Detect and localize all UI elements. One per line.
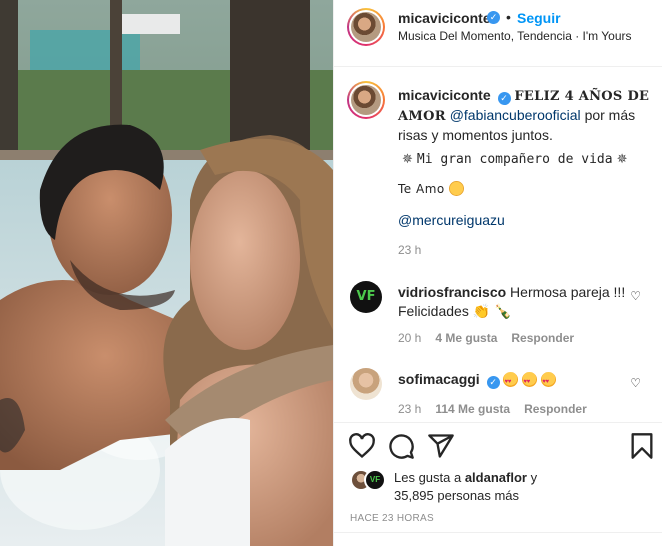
comment-body: sofimacaggi ✓ [398,370,628,392]
comment-like-icon[interactable]: ♡ [630,376,641,390]
comment-body: vidriosfrancisco Hermosa pareja !!! Feli… [398,283,628,321]
author-avatar[interactable] [347,8,385,46]
caption-companion-line: Mi gran compañero de vida [416,152,613,167]
verified-icon: ✓ [486,376,500,389]
verified-icon: ✓ [497,92,511,105]
bookmark-icon[interactable] [628,432,656,460]
sparkle-icon: ✵ [402,151,413,166]
mention-link[interactable]: @fabiancuberooficial [450,107,581,123]
comment-username[interactable]: sofimacaggi [398,371,480,387]
likes-prefix: Les gusta a [394,470,465,485]
comment-time[interactable]: 23 h [398,402,421,416]
likes-suffix: y [526,470,538,485]
post-audio-subtitle[interactable]: Musica Del Momento, Tendencia · I'm Your… [398,29,632,43]
location-mention-link[interactable]: @mercureiguazu [398,212,505,228]
caption-body: micaviciconte ✓ FELIZ 4 AÑOS DE AMOR @fa… [398,86,654,260]
comment-meta: 23 h 114 Me gusta Responder [398,402,587,416]
heart-eyes-emoji-icon [503,372,519,392]
comment-likes[interactable]: 114 Me gusta [435,402,510,416]
comment-icon[interactable] [387,432,415,460]
caption-section: micaviciconte ✓ FELIZ 4 AÑOS DE AMOR @fa… [334,68,662,423]
reply-button[interactable]: Responder [524,402,587,416]
likes-summary: VF Les gusta a aldanaflor y 35,895 perso… [334,466,662,512]
caption-love-line: Te Amo [398,182,445,196]
likes-count[interactable]: 35,895 personas más [394,488,519,503]
comment-time[interactable]: 20 h [398,331,421,345]
heart-icon[interactable] [348,432,376,460]
liker-username[interactable]: aldanaflor [465,470,527,485]
share-icon[interactable] [427,432,455,460]
comment-likes[interactable]: 4 Me gusta [435,331,497,345]
smiling-hearts-emoji-icon [448,181,464,196]
post-header: micaviciconte ✓ • Seguir Musica Del Mome… [334,0,662,67]
liker-avatar[interactable]: VF [364,469,386,491]
comment-meta: 20 h 4 Me gusta Responder [398,331,574,345]
commenter-avatar[interactable]: VF [350,281,382,313]
photo-illustration [0,0,333,546]
commenter-avatar[interactable] [350,368,382,400]
comment-username[interactable]: vidriosfrancisco [398,284,506,300]
comment-emoji [503,371,557,392]
likes-line: Les gusta a aldanaflor y [394,470,537,485]
follow-button[interactable]: Seguir [517,10,561,26]
verified-icon: ✓ [487,11,500,24]
post-actions [334,424,662,468]
reply-button[interactable]: Responder [511,331,574,345]
caption-time[interactable]: 23 h [398,243,421,257]
caption-avatar[interactable] [347,81,385,119]
post-photo[interactable] [0,0,333,546]
heart-eyes-emoji-icon [541,372,557,392]
heart-eyes-emoji-icon [522,372,538,392]
add-comment-area[interactable] [334,532,662,546]
post-timestamp[interactable]: HACE 23 HORAS [350,513,434,524]
post-side-panel: micaviciconte ✓ • Seguir Musica Del Mome… [333,0,662,546]
sparkle-icon: ✵ [616,151,628,166]
author-username[interactable]: micaviciconte [398,10,491,26]
caption-username[interactable]: micaviciconte [398,87,491,103]
separator-dot: • [506,9,511,25]
comment-like-icon[interactable]: ♡ [630,289,641,303]
